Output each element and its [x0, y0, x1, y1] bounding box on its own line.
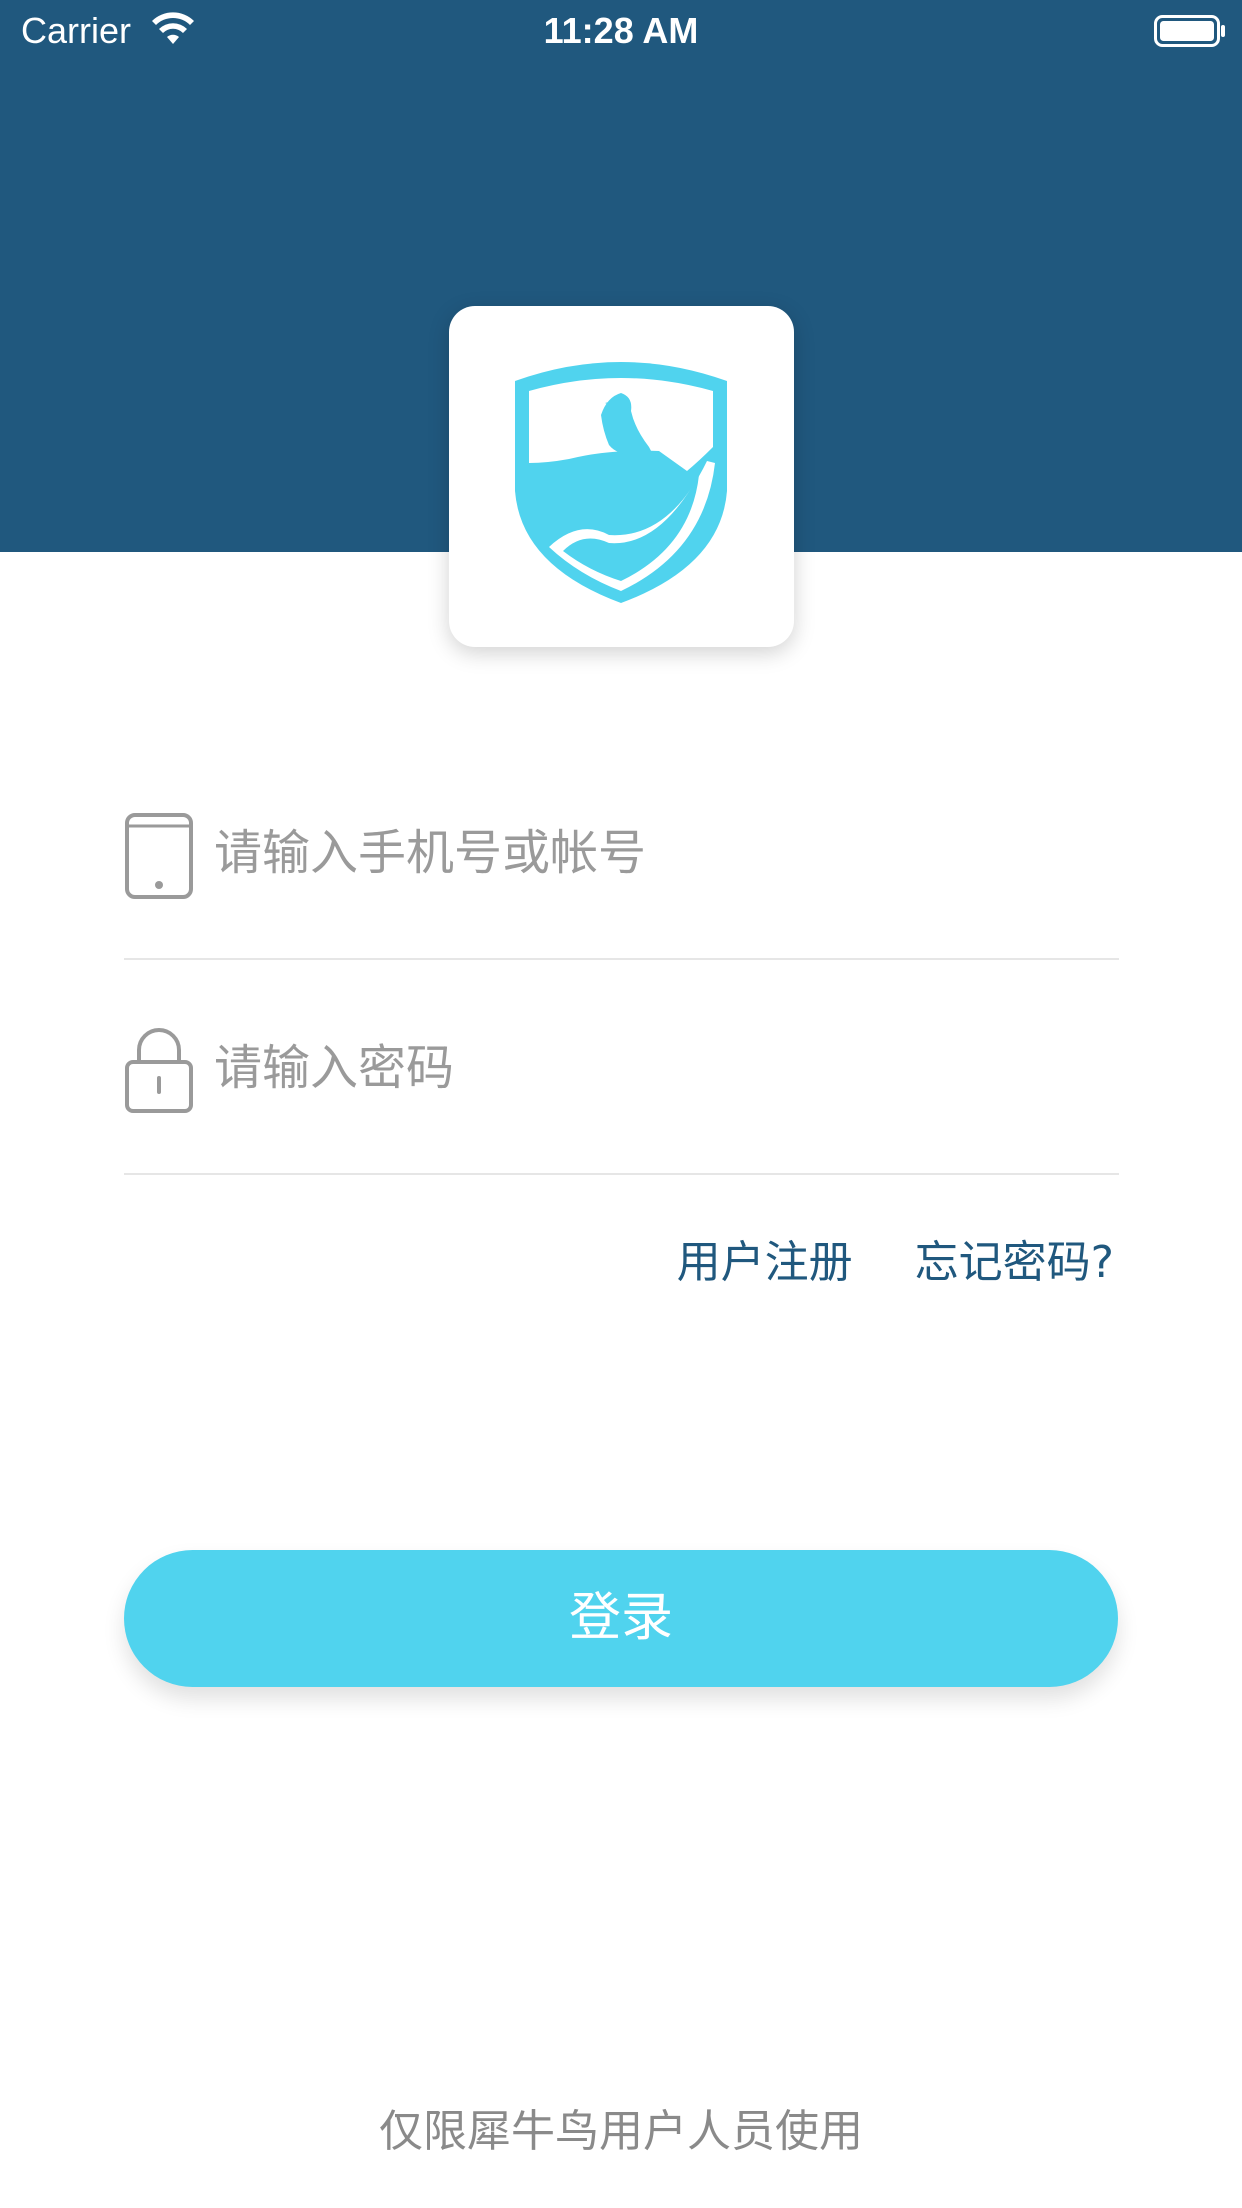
status-time: 11:28 AM [543, 10, 699, 51]
login-button[interactable]: 登录 [124, 1550, 1118, 1687]
footer-note: 仅限犀牛鸟用户人员使用 [379, 2106, 863, 2157]
account-input[interactable] [214, 805, 1094, 901]
battery-icon [1154, 15, 1225, 47]
password-input[interactable] [214, 1020, 1094, 1116]
phone-icon [125, 813, 193, 899]
status-bar: Carrier 11:28 AM [0, 0, 1242, 60]
auth-links: 用户注册 忘记密码? [677, 1228, 1114, 1298]
account-field [124, 745, 1119, 960]
shield-bird-logo-icon [515, 362, 727, 603]
register-link[interactable]: 用户注册 [677, 1231, 853, 1295]
forgot-password-link[interactable]: 忘记密码? [915, 1231, 1114, 1295]
password-field [124, 960, 1119, 1175]
lock-icon [125, 1028, 193, 1113]
app-logo-card [449, 306, 794, 647]
